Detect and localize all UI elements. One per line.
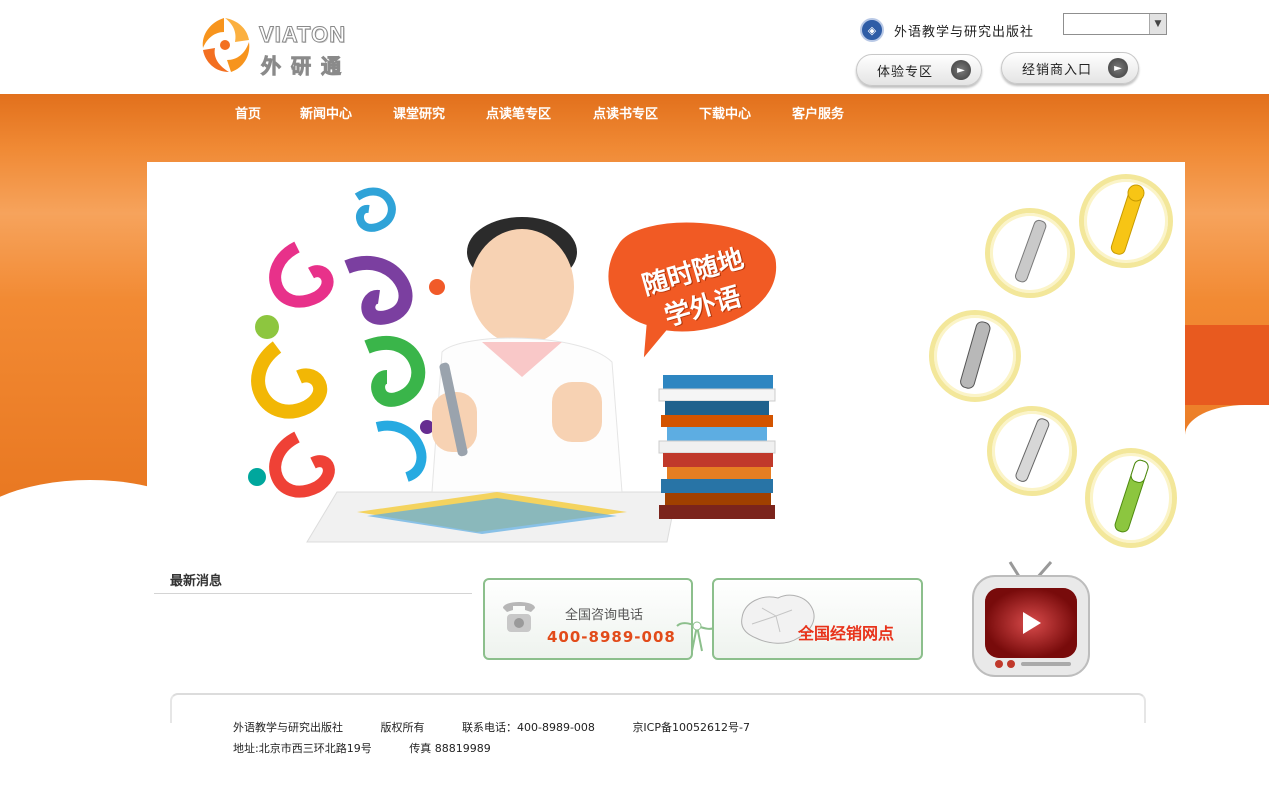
nav-download-center[interactable]: 下载中心 [699, 103, 751, 122]
footer-icp[interactable]: 京ICP备10052612号-7 [632, 721, 750, 734]
footer-fax: 传真 88819989 [409, 742, 491, 755]
pen-product-badge[interactable] [1079, 174, 1173, 268]
hotline-number: 400-8989-008 [547, 628, 676, 646]
fltrp-emblem-icon: ◈ [860, 18, 884, 42]
nav-reading-pen[interactable]: 点读笔专区 [486, 103, 551, 122]
hero-banner[interactable]: 随时随地 学外语 [147, 162, 1185, 557]
green-reading-pen-icon [1114, 459, 1149, 533]
yellow-reading-pen-icon [1110, 184, 1145, 255]
telephone-icon [503, 602, 535, 632]
main-nav: 首页 新闻中心 课堂研究 点读笔专区 点读书专区 下载中心 客户服务 [0, 94, 1269, 130]
reading-pen-icon [1015, 418, 1050, 482]
publisher-name: 外语教学与研究出版社 [894, 24, 1035, 40]
red-stripe-right [1185, 325, 1269, 405]
pen-product-badge[interactable] [985, 208, 1075, 298]
trial-zone-label: 体验专区 [877, 64, 934, 80]
dealer-entrance-label: 经销商入口 [1022, 62, 1093, 78]
dropdown-arrow-icon[interactable]: ▼ [1149, 14, 1166, 34]
nav-customer-service[interactable]: 客户服务 [792, 103, 844, 122]
footer-phone: 联系电话：400-8989-008 [462, 721, 595, 734]
nav-news-center[interactable]: 新闻中心 [300, 103, 352, 122]
nav-reading-book[interactable]: 点读书专区 [593, 103, 658, 122]
video-tv-icon[interactable] [965, 560, 1095, 690]
dealer-network-box[interactable]: 全国经销网点 [712, 578, 923, 660]
latest-news-title: 最新消息 [170, 574, 223, 589]
news-divider [154, 593, 472, 594]
pen-product-badge[interactable] [929, 310, 1021, 402]
pen-product-badge[interactable] [987, 406, 1077, 496]
logo-text-cn: 外研通 [261, 54, 351, 79]
reading-pen-icon [1015, 219, 1047, 283]
hotline-box[interactable]: 全国咨询电话 400-8989-008 [483, 578, 693, 660]
footer-line-2: 地址:北京市西三环北路19号 传真 88819989 [233, 740, 525, 756]
hotline-label: 全国咨询电话 [565, 608, 644, 623]
footer-address: 地址:北京市西三环北路19号 [233, 742, 372, 755]
site-select-dropdown[interactable]: ▼ [1063, 13, 1167, 35]
white-swoosh-right [1185, 405, 1269, 565]
logo-text-en: VIATON [258, 22, 347, 48]
logo-flame-icon [202, 18, 250, 72]
arrow-right-icon: ► [951, 60, 971, 80]
pen-product-badge[interactable] [1085, 448, 1177, 548]
footer-publisher: 外语教学与研究出版社 [233, 721, 343, 734]
nav-home[interactable]: 首页 [235, 103, 261, 122]
arrow-right-icon: ► [1108, 58, 1128, 78]
reading-pen-icon [960, 321, 991, 389]
publisher-link[interactable]: ◈ 外语教学与研究出版社 [860, 17, 1034, 43]
dealer-network-label: 全国经销网点 [798, 624, 895, 643]
viaton-logo[interactable]: VIATON 外研通 [193, 14, 363, 79]
nav-classroom-research[interactable]: 课堂研究 [393, 103, 445, 122]
dealer-entrance-button[interactable]: 经销商入口 ► [1001, 52, 1139, 84]
footer-line-1: 外语教学与研究出版社 版权所有 联系电话：400-8989-008 京ICP备1… [233, 719, 784, 735]
footer-copyright: 版权所有 [380, 721, 425, 734]
book-stack-graphic [658, 375, 776, 519]
trial-zone-button[interactable]: 体验专区 ► [856, 54, 982, 86]
